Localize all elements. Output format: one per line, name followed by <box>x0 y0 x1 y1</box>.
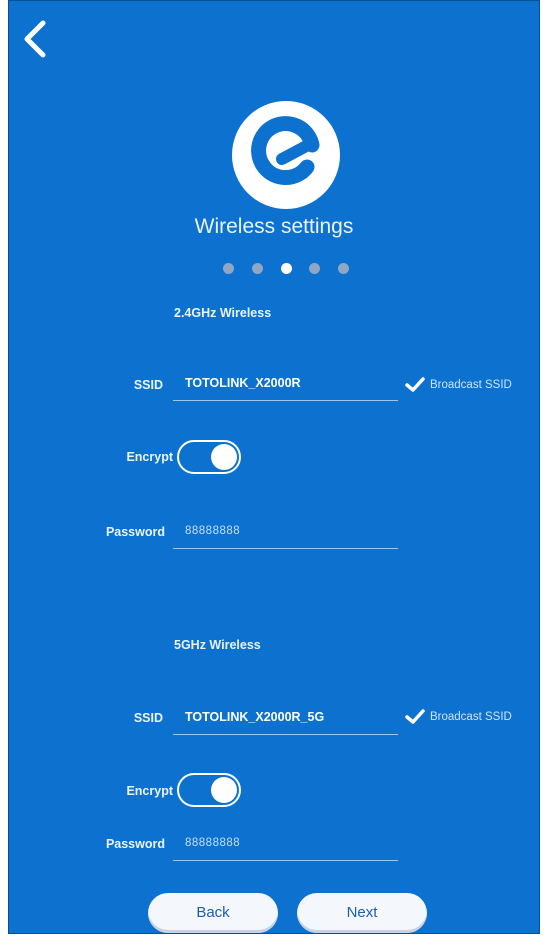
password-field-24ghz <box>173 515 398 549</box>
ssid-field-5ghz <box>173 701 398 735</box>
step-indicator <box>223 263 349 275</box>
step-dot <box>223 263 234 274</box>
next-button[interactable]: Next <box>297 893 427 933</box>
section-title-24ghz: 2.4GHz Wireless <box>174 306 272 320</box>
step-dot <box>309 263 321 274</box>
toggle-knob <box>211 444 237 470</box>
checkmark-icon <box>405 377 425 392</box>
section-title-5ghz: 5GHz Wireless <box>174 638 261 652</box>
broadcast-ssid-label: Broadcast SSID <box>430 379 512 391</box>
ssid-label-5ghz: SSID <box>133 711 163 725</box>
ssid-input-5ghz[interactable] <box>185 701 390 733</box>
encrypt-toggle-24ghz[interactable] <box>177 440 241 474</box>
step-dot <box>338 263 349 274</box>
back-button[interactable]: Back <box>148 893 278 933</box>
broadcast-ssid-checkbox-24ghz[interactable]: Broadcast SSID <box>405 377 512 393</box>
password-label-5ghz: Password <box>105 837 165 851</box>
wireless-settings-screen: Wireless settings 2.4GHz Wireless SSID B… <box>8 0 540 934</box>
step-dot <box>251 263 263 274</box>
step-dot-current <box>280 263 292 274</box>
ssid-label-24ghz: SSID <box>133 378 163 392</box>
page-title: Wireless settings <box>194 215 354 238</box>
encrypt-toggle-5ghz[interactable] <box>177 773 241 807</box>
broadcast-ssid-checkbox-5ghz[interactable]: Broadcast SSID <box>405 709 512 725</box>
ssid-input-24ghz[interactable] <box>185 367 390 399</box>
ssid-field-24ghz <box>173 367 398 401</box>
toggle-knob <box>211 777 237 803</box>
broadcast-ssid-label: Broadcast SSID <box>430 711 512 723</box>
chevron-left-icon[interactable] <box>19 19 53 59</box>
brand-logo-icon <box>232 101 340 209</box>
password-field-5ghz <box>173 827 398 861</box>
password-input-24ghz[interactable] <box>185 515 390 547</box>
encrypt-label-24ghz: Encrypt <box>126 450 173 464</box>
checkmark-icon <box>405 709 425 724</box>
password-input-5ghz[interactable] <box>185 827 390 859</box>
encrypt-label-5ghz: Encrypt <box>126 784 173 798</box>
password-label-24ghz: Password <box>105 525 165 539</box>
